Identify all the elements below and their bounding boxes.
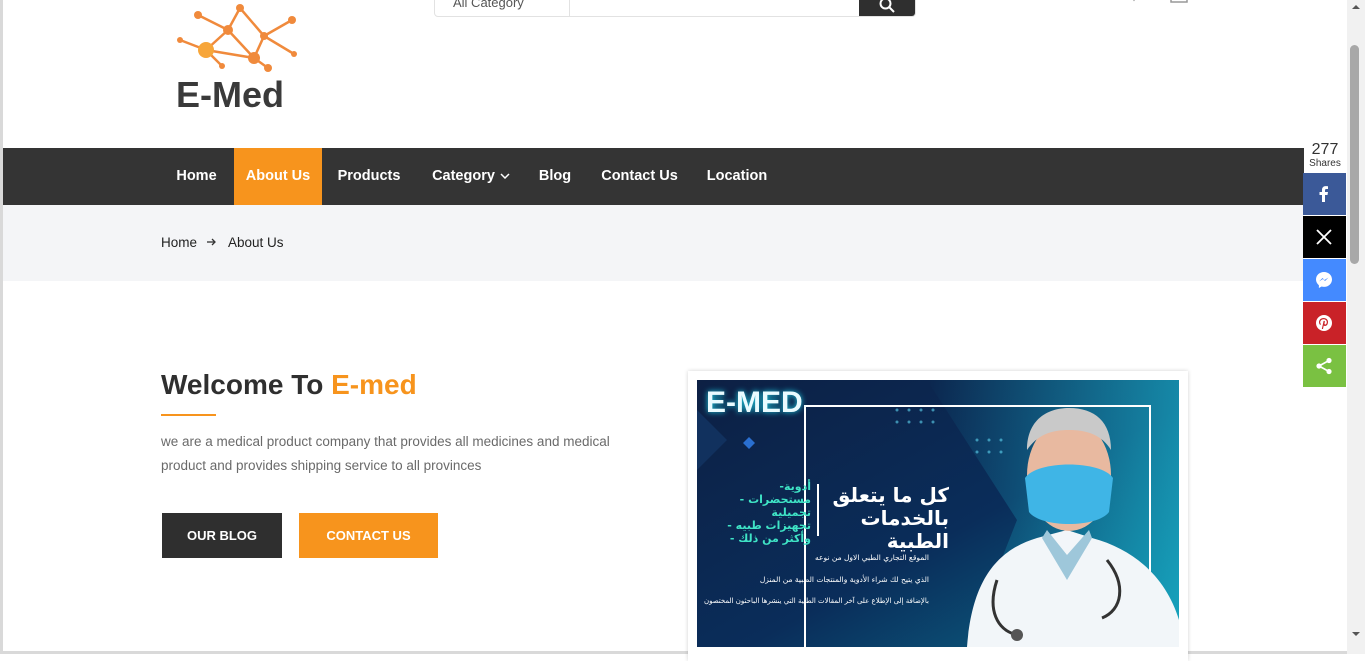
banner-list-item: - وأكثر من ذلك bbox=[729, 532, 811, 545]
facebook-icon bbox=[1319, 186, 1328, 202]
messenger-share-button[interactable] bbox=[1303, 259, 1346, 301]
facebook-share-button[interactable] bbox=[1303, 173, 1346, 215]
welcome-heading-prefix: Welcome To bbox=[161, 369, 332, 400]
cart-icon[interactable] bbox=[1170, 0, 1188, 4]
x-share-button[interactable] bbox=[1303, 216, 1346, 258]
header-icons bbox=[1128, 0, 1198, 4]
contact-us-button[interactable]: CONTACT US bbox=[299, 513, 438, 558]
banner-list-item: -أدوية bbox=[779, 480, 811, 493]
chevron-down-icon bbox=[500, 173, 510, 180]
pinterest-icon bbox=[1316, 315, 1332, 331]
logo-molecule-icon bbox=[177, 4, 297, 72]
main-nav: Home About Us Products Category Blog Con… bbox=[3, 148, 1304, 205]
banner-line2: الذي يتيح لك شراء الأدوية والمنتجات الطب… bbox=[759, 575, 929, 584]
scrollbar-thumb[interactable] bbox=[1350, 45, 1359, 264]
nav-category-label: Category bbox=[432, 168, 495, 184]
nav-location[interactable]: Location bbox=[693, 148, 781, 205]
share-count: 277 Shares bbox=[1304, 141, 1346, 169]
nav-contact-us[interactable]: Contact Us bbox=[586, 148, 693, 205]
welcome-description: we are a medical product company that pr… bbox=[161, 434, 610, 473]
breadcrumb bbox=[3, 205, 1304, 281]
heading-underline bbox=[161, 414, 216, 416]
banner-list-item: - تجهيزات طبيه bbox=[727, 519, 811, 532]
banner-list-item: - مستحضرات تجميلية bbox=[739, 493, 811, 519]
share-icon bbox=[1316, 357, 1332, 375]
search-input[interactable] bbox=[571, 0, 859, 16]
logo-text: E-Med bbox=[176, 74, 284, 115]
banner-list: -أدوية - مستحضرات تجميلية - تجهيزات طبيه… bbox=[707, 480, 811, 545]
banner-divider bbox=[817, 484, 819, 536]
scroll-up-icon[interactable] bbox=[1351, 3, 1361, 11]
banner-line3: بالإضافة إلى الإطلاع على آخر المقالات ال… bbox=[703, 597, 929, 605]
emed-banner-image: E-MED كل ما يتعلق بالخدمات الطبية -أدوية… bbox=[697, 380, 1179, 647]
nav-category[interactable]: Category bbox=[415, 148, 527, 205]
banner-brand: E-MED bbox=[706, 386, 803, 419]
wishlist-icon[interactable] bbox=[1128, 0, 1140, 2]
banner-line1: الموقع التجاري الطبي الاول من نوعه bbox=[815, 553, 929, 562]
banner-headline: كل ما يتعلق بالخدمات الطبية bbox=[821, 484, 949, 553]
nav-blog[interactable]: Blog bbox=[527, 148, 583, 205]
banner-headline-line1: كل ما يتعلق bbox=[832, 483, 949, 507]
search-button[interactable] bbox=[859, 0, 915, 16]
search-icon bbox=[879, 0, 895, 13]
share-count-label: Shares bbox=[1309, 158, 1341, 169]
search-bar: All Category bbox=[434, 0, 916, 17]
nav-about-us[interactable]: About Us bbox=[234, 148, 322, 205]
our-blog-button[interactable]: OUR BLOG bbox=[162, 513, 282, 558]
nav-home[interactable]: Home bbox=[161, 148, 232, 205]
welcome-heading: Welcome To E-med bbox=[161, 369, 417, 401]
banner-headline-line2: بالخدمات الطبية bbox=[860, 506, 950, 553]
scroll-down-icon[interactable] bbox=[1351, 630, 1361, 638]
category-select[interactable]: All Category bbox=[435, 0, 570, 16]
messenger-icon bbox=[1316, 272, 1332, 288]
pinterest-share-button[interactable] bbox=[1303, 302, 1346, 344]
breadcrumb-home[interactable]: Home bbox=[161, 235, 197, 250]
share-count-number: 277 bbox=[1311, 141, 1339, 158]
nav-products[interactable]: Products bbox=[323, 148, 415, 205]
more-share-button[interactable] bbox=[1303, 345, 1346, 387]
x-icon bbox=[1316, 229, 1332, 245]
welcome-heading-accent: E-med bbox=[331, 369, 417, 400]
breadcrumb-current: About Us bbox=[228, 235, 284, 250]
arrow-right-icon bbox=[207, 238, 216, 246]
